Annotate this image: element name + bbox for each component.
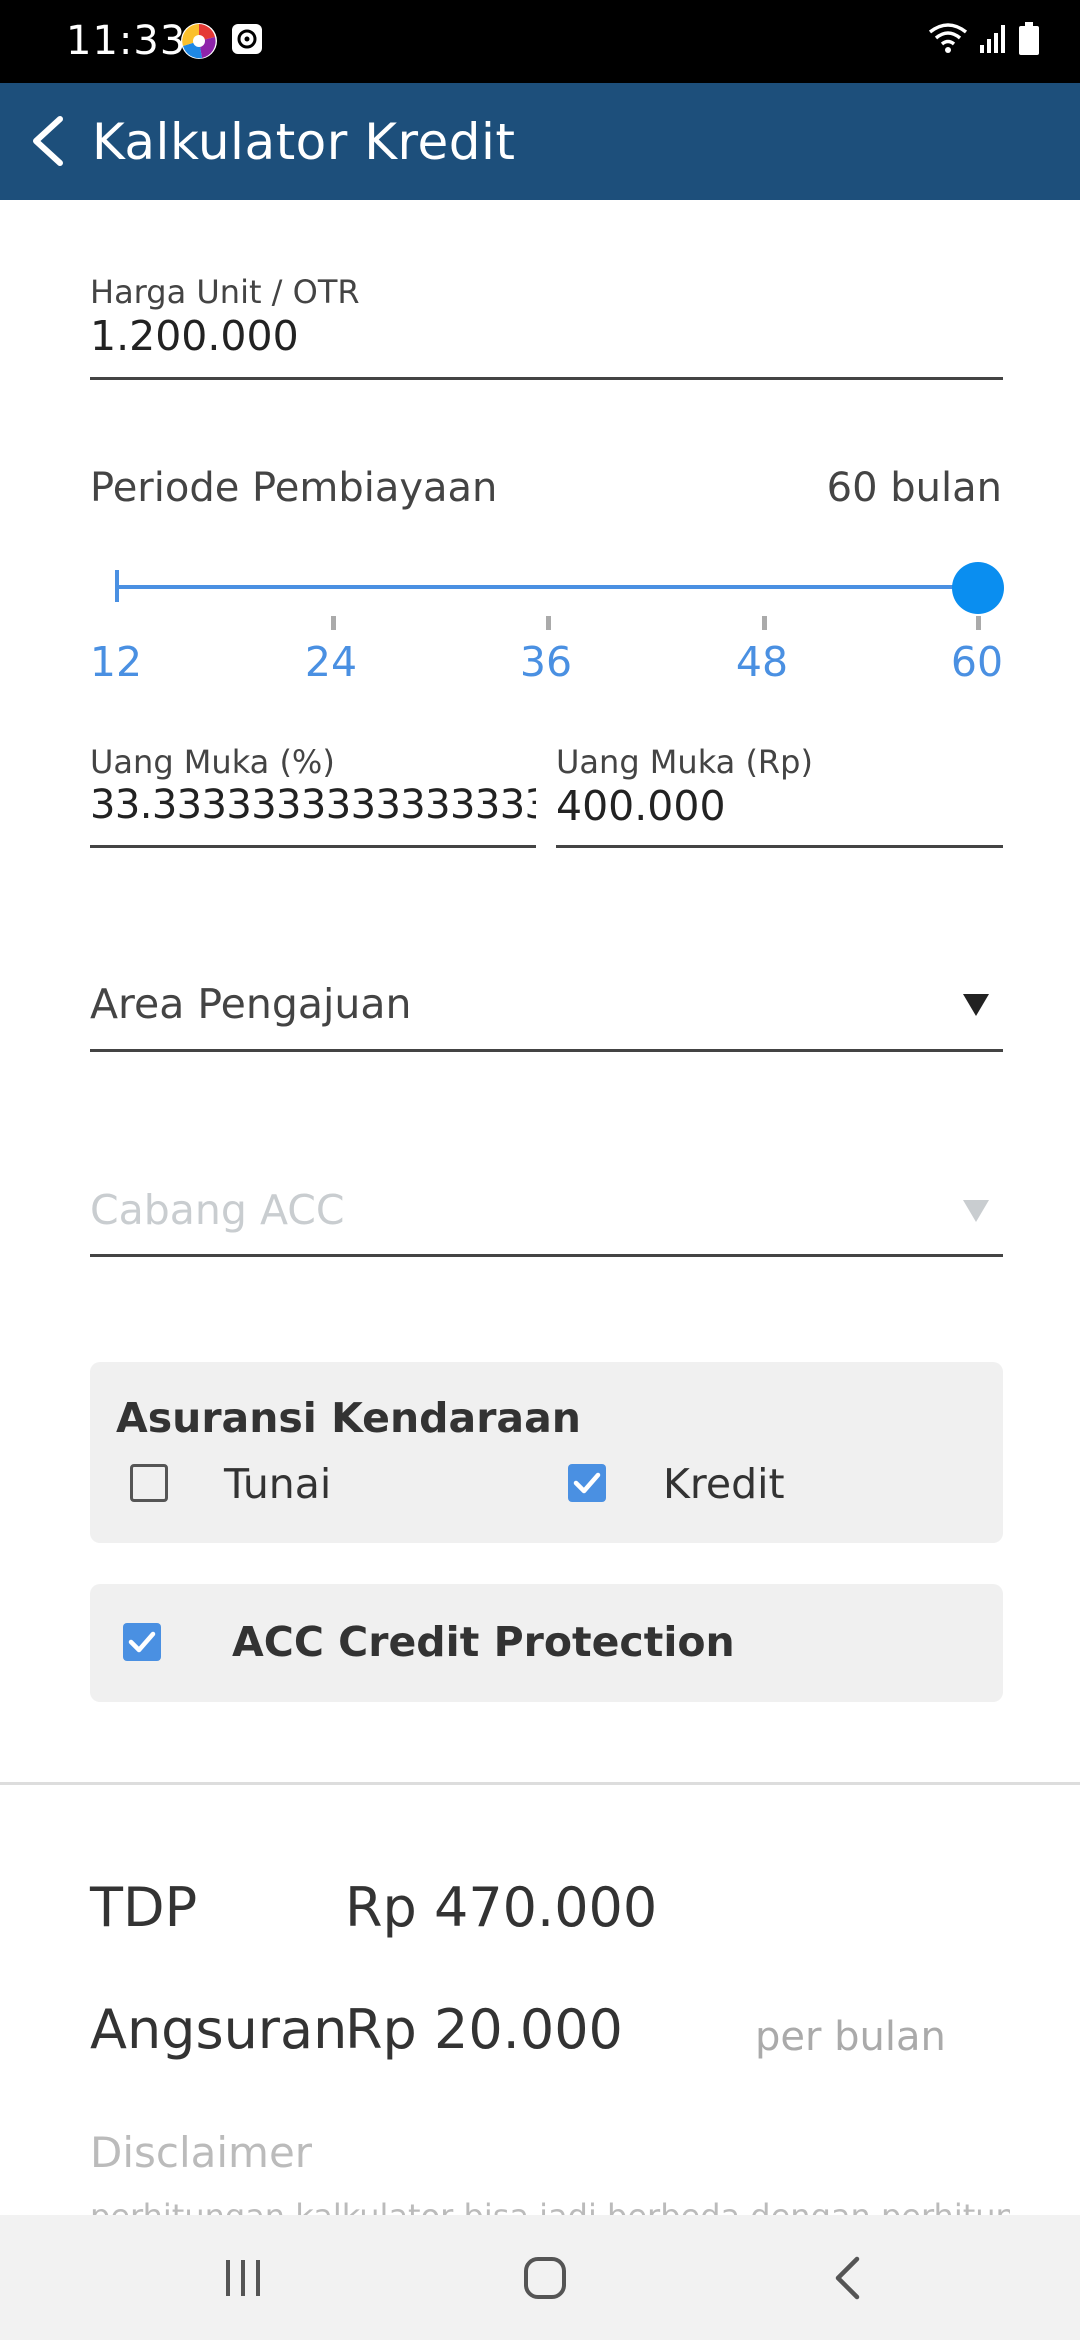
slider-tick <box>762 616 767 630</box>
disclaimer-title: Disclaimer <box>90 2128 313 2177</box>
angsuran-unit: per bulan <box>755 2014 946 2060</box>
recent-apps-button[interactable] <box>203 2243 283 2313</box>
credit-protection-panel[interactable]: ACC Credit Protection <box>90 1584 1003 1702</box>
periode-slider[interactable]: 12 24 36 48 60 <box>90 560 1010 700</box>
dropdown-arrow-icon <box>963 994 989 1016</box>
tunai-checkbox[interactable] <box>130 1464 168 1502</box>
uang-muka-persen-label: Uang Muka (%) <box>90 743 335 781</box>
angsuran-label: Angsuran <box>90 1998 348 2061</box>
page-title: Kalkulator Kredit <box>92 113 516 171</box>
credit-protection-label[interactable]: ACC Credit Protection <box>232 1618 735 1666</box>
harga-unit-label: Harga Unit / OTR <box>90 273 360 311</box>
slider-label-24[interactable]: 24 <box>291 638 371 686</box>
asuransi-title: Asuransi Kendaraan <box>116 1394 581 1442</box>
status-bar: 11:33 <box>0 0 1080 83</box>
system-nav-bar <box>0 2215 1080 2340</box>
status-time: 11:33 <box>66 18 187 64</box>
tdp-label: TDP <box>90 1876 198 1939</box>
app-bar: Kalkulator Kredit <box>0 83 1080 200</box>
back-nav-icon <box>835 2256 860 2300</box>
disclaimer-text: perhitungan kalkulator bisa jadi berbeda… <box>90 2197 1010 2216</box>
back-nav-button[interactable] <box>807 2243 887 2313</box>
slider-label-36[interactable]: 36 <box>506 638 586 686</box>
slider-label-48[interactable]: 48 <box>722 638 802 686</box>
slider-label-12[interactable]: 12 <box>76 638 156 686</box>
uang-muka-rp-field[interactable]: Uang Muka (Rp) 400.000 <box>556 738 1003 848</box>
screen-record-icon <box>230 22 268 60</box>
check-icon <box>128 1631 156 1653</box>
slider-tick <box>546 616 551 630</box>
back-arrow-icon <box>33 116 63 166</box>
angsuran-value: Rp 20.000 <box>345 1998 623 2061</box>
cabang-acc-placeholder: Cabang ACC <box>90 1186 345 1234</box>
uang-muka-rp-input[interactable]: 400.000 <box>556 782 726 830</box>
uang-muka-persen-input[interactable]: 33.3333333333333333 <box>90 782 536 828</box>
uang-muka-persen-field[interactable]: Uang Muka (%) 33.3333333333333333 <box>90 738 536 848</box>
cabang-acc-dropdown[interactable]: Cabang ACC <box>90 1176 1003 1257</box>
slider-label-60[interactable]: 60 <box>937 638 1017 686</box>
asuransi-kendaraan-panel: Asuransi Kendaraan Tunai Kredit <box>90 1362 1003 1543</box>
area-pengajuan-dropdown[interactable]: Area Pengajuan <box>90 970 1003 1052</box>
area-pengajuan-placeholder: Area Pengajuan <box>90 980 412 1028</box>
kredit-label[interactable]: Kredit <box>663 1460 785 1508</box>
dropdown-arrow-icon <box>963 1200 989 1222</box>
periode-label: Periode Pembiayaan <box>90 465 498 511</box>
home-button[interactable] <box>505 2243 585 2313</box>
uang-muka-rp-label: Uang Muka (Rp) <box>556 743 813 781</box>
kredit-checkbox[interactable] <box>568 1464 606 1502</box>
divider <box>0 1782 1080 1785</box>
battery-icon <box>1018 21 1040 61</box>
slider-track <box>116 585 978 589</box>
wifi-icon <box>928 22 968 61</box>
slider-tick <box>976 616 981 630</box>
harga-unit-field[interactable]: Harga Unit / OTR 1.200.000 <box>90 270 1003 380</box>
home-icon <box>524 2257 566 2299</box>
slider-tick <box>331 616 336 630</box>
status-icons <box>928 18 1040 64</box>
signal-icon <box>978 23 1008 60</box>
credit-protection-checkbox[interactable] <box>123 1623 161 1661</box>
app-notification-icon <box>180 22 218 60</box>
recent-apps-icon <box>226 2260 260 2296</box>
tdp-value: Rp 470.000 <box>345 1876 658 1939</box>
periode-value: 60 bulan <box>826 465 1002 511</box>
back-button[interactable] <box>18 111 78 171</box>
check-icon <box>573 1472 601 1494</box>
harga-unit-input[interactable]: 1.200.000 <box>90 312 299 360</box>
tunai-label[interactable]: Tunai <box>224 1460 331 1508</box>
slider-thumb[interactable] <box>952 562 1004 614</box>
slider-start-marker <box>115 570 119 602</box>
